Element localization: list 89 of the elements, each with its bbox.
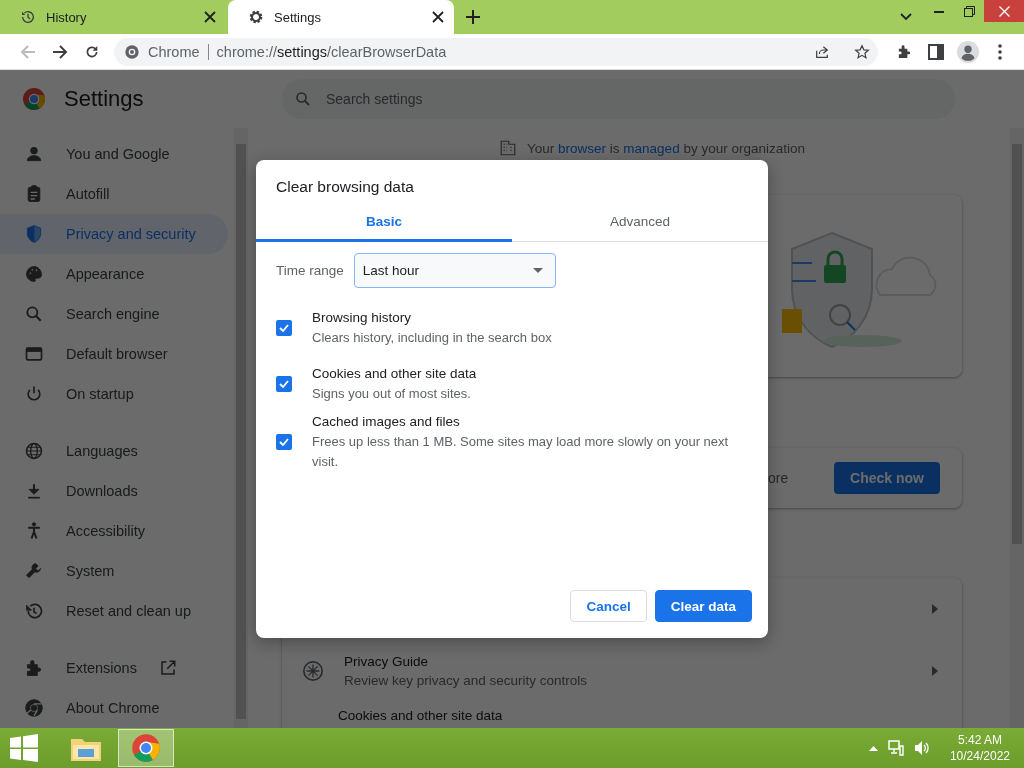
card-text: ore bbox=[768, 470, 790, 486]
dialog-tab[interactable]: Advanced bbox=[512, 204, 768, 242]
shield-icon bbox=[24, 224, 44, 244]
caret-right-icon[interactable] bbox=[932, 604, 938, 614]
page-title: Settings bbox=[64, 86, 144, 112]
field-label: Time range bbox=[276, 263, 344, 278]
close-icon[interactable] bbox=[204, 11, 216, 23]
side-panel-icon[interactable] bbox=[928, 43, 944, 60]
share-icon[interactable] bbox=[814, 43, 830, 60]
url-text: chrome://settings/clearBrowserData bbox=[216, 43, 448, 60]
circle-logo-icon bbox=[24, 698, 44, 718]
option-description: Frees up less than 1 MB. Some sites may load more slowly on your next visit. bbox=[312, 433, 730, 471]
windows-logo-icon[interactable] bbox=[10, 734, 38, 762]
more-menu-icon[interactable] bbox=[998, 43, 1002, 60]
building-icon bbox=[499, 139, 518, 157]
browser-tab[interactable]: Settings bbox=[228, 0, 454, 34]
avatar-icon[interactable] bbox=[957, 40, 979, 63]
clock[interactable]: 5:42 AM 10/24/2022 bbox=[949, 732, 1010, 764]
notice-link[interactable]: browser bbox=[558, 140, 607, 156]
browser-window-icon bbox=[24, 344, 44, 364]
speaker-icon[interactable] bbox=[913, 740, 930, 756]
cancel-button[interactable]: Cancel bbox=[570, 590, 647, 622]
address-bar[interactable]: Chrome chrome://settings/clearBrowserData bbox=[114, 37, 878, 66]
clear-data-button[interactable]: Clear data bbox=[654, 590, 752, 622]
row-title: Cookies and other site data bbox=[338, 708, 503, 723]
option-title: Cookies and other site data bbox=[312, 365, 478, 383]
dialog-tab[interactable]: Basic bbox=[256, 204, 512, 242]
gear-icon bbox=[248, 9, 264, 25]
logo-icon bbox=[131, 733, 161, 763]
external-link-icon bbox=[158, 659, 177, 677]
sidebar-item[interactable]: Search engine bbox=[0, 294, 228, 334]
check-now-button[interactable]: Check now bbox=[834, 462, 940, 494]
puzzle-icon bbox=[24, 658, 44, 678]
notice-link[interactable]: managed bbox=[623, 140, 680, 156]
sidebar-item[interactable]: Default browser bbox=[0, 334, 228, 374]
sidebar-item[interactable]: About Chrome bbox=[0, 688, 228, 728]
sidebar-item[interactable]: On startup bbox=[0, 374, 228, 414]
checkmark-icon bbox=[279, 438, 289, 446]
caret-down-icon bbox=[532, 268, 543, 273]
sidebar-item[interactable]: Downloads bbox=[0, 471, 228, 511]
minimize-icon[interactable] bbox=[934, 9, 944, 13]
sidebar-item[interactable]: Autofill bbox=[0, 174, 228, 214]
palette-icon bbox=[24, 264, 44, 284]
logo-icon bbox=[22, 87, 46, 111]
compass-icon bbox=[302, 660, 324, 682]
history-icon bbox=[20, 9, 36, 25]
caret-up-icon[interactable] bbox=[868, 745, 878, 751]
option-description: Signs you out of most sites. bbox=[312, 385, 472, 403]
checkmark-icon bbox=[279, 324, 289, 332]
sidebar-item[interactable]: Appearance bbox=[0, 254, 228, 294]
globe-icon bbox=[24, 441, 44, 461]
star-icon[interactable] bbox=[854, 43, 870, 60]
caret-right-icon[interactable] bbox=[932, 666, 938, 676]
checkbox[interactable] bbox=[276, 376, 292, 392]
checkmark-icon bbox=[279, 380, 289, 388]
sidebar-item[interactable]: Privacy and security bbox=[0, 214, 228, 254]
option-title: Cached images and files bbox=[312, 413, 461, 431]
sidebar-item[interactable]: Reset and clean up bbox=[0, 591, 228, 631]
option-title: Browsing history bbox=[312, 309, 413, 327]
sidebar-item[interactable]: Languages bbox=[0, 431, 228, 471]
row-description: Review key privacy and security controls bbox=[344, 673, 589, 688]
network-icon[interactable] bbox=[887, 740, 904, 756]
person-icon bbox=[24, 144, 44, 164]
sidebar-item[interactable]: Extensions bbox=[0, 648, 228, 688]
dialog-title: Clear browsing data bbox=[275, 177, 415, 197]
time-range-dropdown[interactable]: Last hour bbox=[353, 253, 556, 288]
taskbar-app[interactable] bbox=[118, 729, 174, 767]
close-icon bbox=[998, 5, 1010, 17]
search-icon bbox=[24, 304, 44, 324]
restore-icon[interactable] bbox=[963, 5, 975, 17]
wrench-icon bbox=[24, 561, 44, 581]
reload-icon[interactable] bbox=[84, 43, 100, 60]
forward-arrow-icon[interactable] bbox=[52, 43, 68, 60]
close-icon[interactable] bbox=[432, 11, 444, 23]
sidebar-item[interactable]: Accessibility bbox=[0, 511, 228, 551]
managed-notice: Your browser is managed by your organization bbox=[527, 140, 805, 156]
history-icon bbox=[24, 601, 44, 621]
sidebar-item[interactable]: System bbox=[0, 551, 228, 591]
plus-icon[interactable] bbox=[466, 10, 480, 24]
search-field[interactable]: Search settings bbox=[282, 79, 955, 119]
option-description: Clears history, including in the search box bbox=[312, 329, 553, 347]
checkbox[interactable] bbox=[276, 434, 292, 450]
checkbox[interactable] bbox=[276, 320, 292, 336]
site-label: Chrome bbox=[148, 43, 200, 60]
sidebar-item[interactable]: You and Google bbox=[0, 134, 228, 174]
chevron-down-icon[interactable] bbox=[900, 13, 912, 21]
row-title: Privacy Guide bbox=[344, 654, 430, 669]
browser-tab[interactable]: History bbox=[0, 0, 226, 34]
close-button[interactable] bbox=[984, 0, 1024, 22]
